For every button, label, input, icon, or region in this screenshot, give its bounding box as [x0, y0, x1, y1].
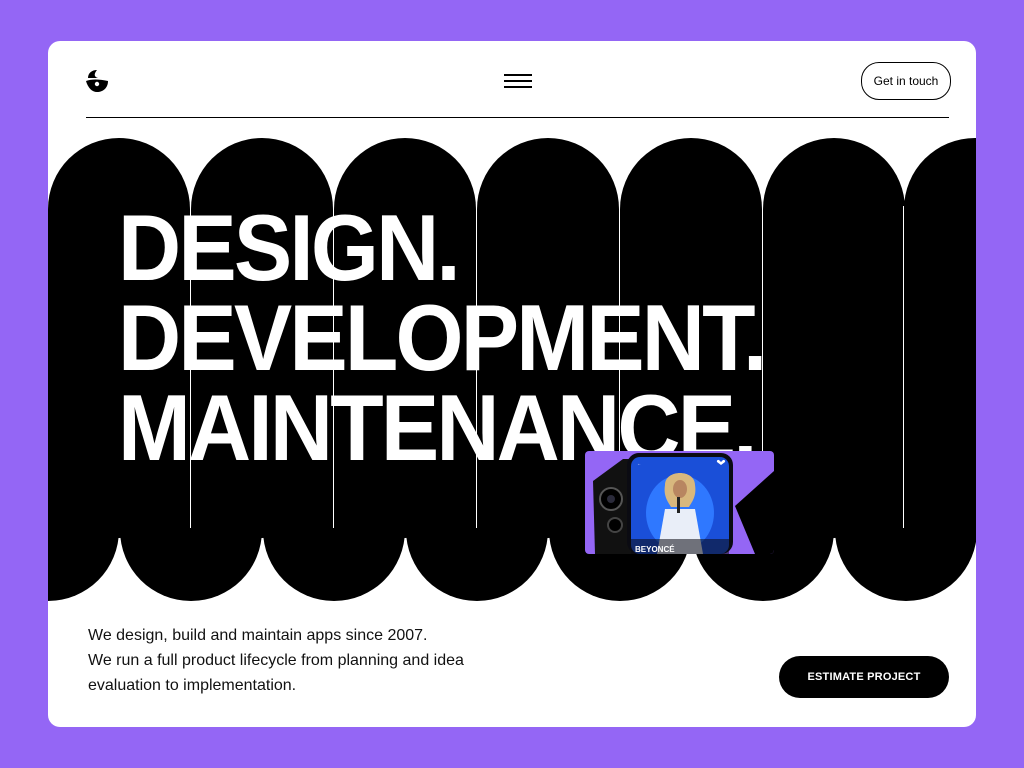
showreel-artist-text: BEYONCÉ — [635, 545, 675, 554]
showreel-image: BEYONCÉ ← — [585, 451, 774, 554]
headline-line-design: DESIGN. — [118, 195, 461, 300]
hamburger-menu-icon[interactable] — [502, 71, 534, 91]
hero-headline: DESIGN. DEVELOPMENT. MAINTENANCE. — [118, 195, 767, 475]
brand-logo-icon[interactable] — [84, 68, 110, 94]
intro-line: We design, build and maintain apps since… — [88, 627, 428, 644]
svg-text:←: ← — [637, 461, 641, 466]
headline-line-development: DEVELOPMENT. — [118, 285, 767, 390]
header-divider — [86, 117, 949, 118]
hero-card: Get in touch DESIGN. DEVELOPMENT. MAINTE… — [48, 41, 976, 727]
showreel-thumbnail[interactable]: BEYONCÉ ← — [585, 451, 774, 554]
get-in-touch-button[interactable]: Get in touch — [861, 62, 951, 100]
intro-text: We design, build and maintain apps since… — [88, 623, 464, 698]
estimate-project-button[interactable]: ESTIMATE PROJECT — [779, 656, 949, 698]
intro-line: evaluation to implementation. — [88, 677, 297, 694]
intro-line: We run a full product lifecycle from pla… — [88, 652, 464, 669]
showreel-label: SHOWREEL 2023 — [585, 558, 667, 569]
